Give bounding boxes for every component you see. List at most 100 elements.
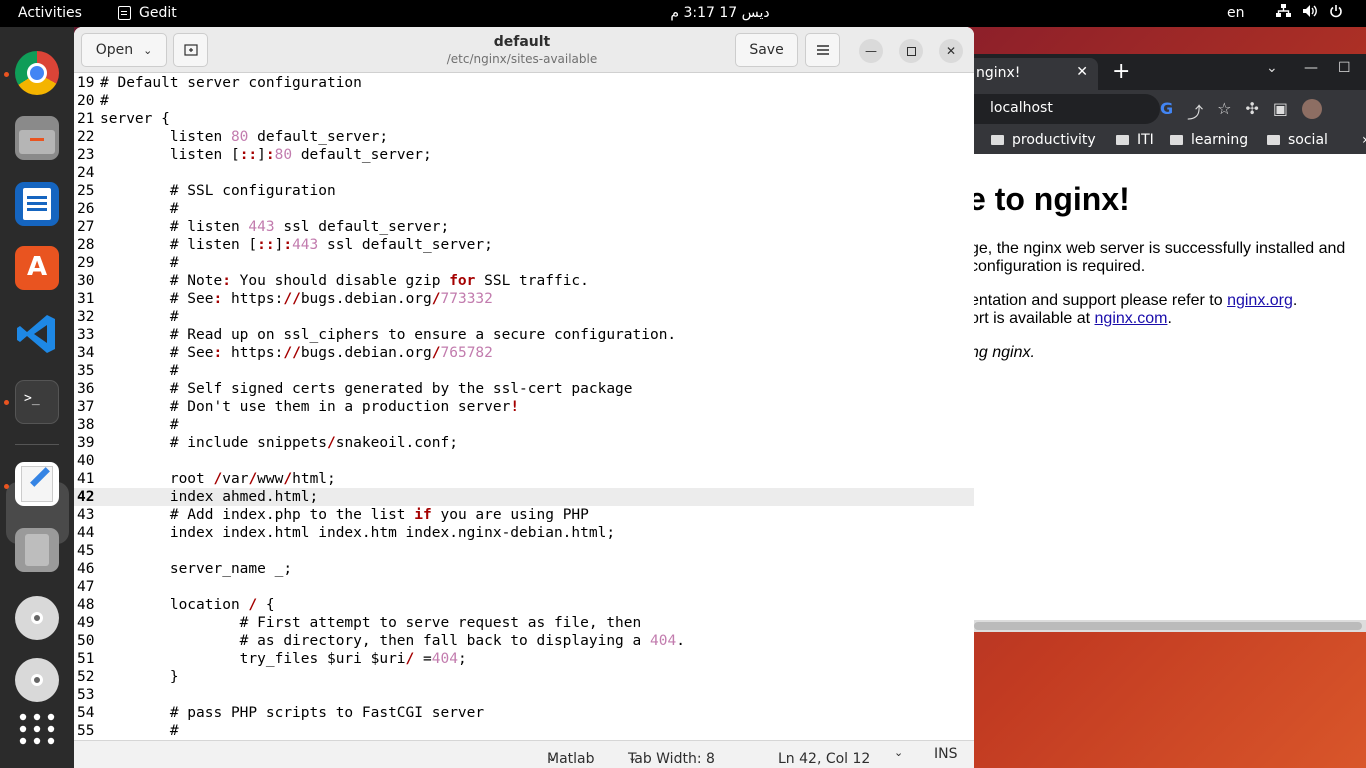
show-apps-icon[interactable]	[15, 711, 59, 755]
minimize-icon[interactable]: —	[1304, 60, 1318, 76]
code-text: root /var/www/html;	[100, 471, 336, 487]
extensions-icon[interactable]: ✣	[1246, 99, 1259, 123]
google-icon[interactable]: G	[1160, 99, 1173, 123]
nginx-org-link[interactable]: nginx.org	[1227, 292, 1293, 309]
code-text: # SSL configuration	[100, 183, 336, 199]
horizontal-scrollbar[interactable]	[974, 620, 1366, 632]
code-line[interactable]: 23 listen [::]:80 default_server;	[74, 146, 974, 164]
close-button[interactable]: ✕	[939, 39, 963, 63]
text-editor[interactable]: 19 # Default server configuration 20 #21 ser…	[74, 74, 974, 740]
code-text: # Don't use them in a production server!	[100, 399, 520, 415]
code-line[interactable]: 33 # Read up on ssl_ciphers to ensure a …	[74, 326, 974, 344]
bookmark-folder-iti[interactable]: ITI	[1116, 132, 1154, 148]
activities-button[interactable]: Activities	[18, 5, 82, 21]
code-line[interactable]: 42 index ahmed.html;	[74, 488, 974, 506]
hamburger-menu-button[interactable]	[805, 33, 840, 67]
code-line[interactable]: 35 #	[74, 362, 974, 380]
bookmark-label: ITI	[1137, 132, 1154, 148]
new-tab-icon[interactable]: +	[1112, 59, 1130, 84]
line-number: 53	[77, 687, 95, 703]
browser-tab[interactable]: nginx! ✕	[974, 58, 1098, 90]
code-line[interactable]: 44 index index.html index.htm index.ngin…	[74, 524, 974, 542]
code-line[interactable]: 51 try_files $uri $uri/ =404;	[74, 650, 974, 668]
code-line[interactable]: 40	[74, 452, 974, 470]
code-line[interactable]: 55 #	[74, 722, 974, 740]
files-icon[interactable]	[15, 116, 59, 160]
code-line[interactable]: 43 # Add index.php to the list if you ar…	[74, 506, 974, 524]
save-button[interactable]: Save	[735, 33, 798, 67]
running-indicator	[4, 484, 9, 489]
code-line[interactable]: 37 # Don't use them in a production serv…	[74, 398, 974, 416]
code-line[interactable]: 47	[74, 578, 974, 596]
code-line[interactable]: 24	[74, 164, 974, 182]
code-line[interactable]: 27 # listen 443 ssl default_server;	[74, 218, 974, 236]
avatar[interactable]	[1302, 99, 1323, 119]
code-line[interactable]: 54 # pass PHP scripts to FastCGI server	[74, 704, 974, 722]
code-line[interactable]: 22 listen 80 default_server;	[74, 128, 974, 146]
chrome-icon[interactable]	[15, 51, 59, 95]
chevron-down-icon[interactable]: ⌄	[1266, 60, 1278, 76]
code-line[interactable]: 48 location / {	[74, 596, 974, 614]
code-line[interactable]: 20 #	[74, 92, 974, 110]
input-language[interactable]: en	[1227, 5, 1245, 21]
code-line[interactable]: 36 # Self signed certs generated by the …	[74, 380, 974, 398]
new-tab-button[interactable]	[173, 33, 208, 67]
bookmark-folder-learning[interactable]: learning	[1170, 132, 1248, 148]
address-bar[interactable]: localhost	[974, 94, 1160, 124]
bookmark-folder-productivity[interactable]: productivity	[991, 132, 1096, 148]
code-line[interactable]: 53	[74, 686, 974, 704]
system-tray[interactable]	[1276, 4, 1343, 22]
code-line[interactable]: 31 # See: https://bugs.debian.org/773332	[74, 290, 974, 308]
code-line[interactable]: 39 # include snippets/snakeoil.conf;	[74, 434, 974, 452]
folder-icon	[1267, 135, 1280, 145]
side-panel-icon[interactable]: ▣	[1273, 99, 1288, 123]
app-menu[interactable]: Gedit	[118, 5, 177, 21]
dvd-icon[interactable]	[15, 658, 59, 702]
code-line[interactable]: 49 # First attempt to serve request as f…	[74, 614, 974, 632]
minimize-button[interactable]: —	[859, 39, 883, 63]
code-line[interactable]: 28 # listen [::]:443 ssl default_server;	[74, 236, 974, 254]
code-line[interactable]: 50 # as directory, then fall back to dis…	[74, 632, 974, 650]
nginx-com-link[interactable]: nginx.com	[1095, 310, 1168, 327]
bookmark-star-icon[interactable]: ☆	[1217, 99, 1231, 123]
gedit-dock-icon[interactable]	[15, 462, 59, 506]
page-paragraph: ng nginx.	[974, 344, 1035, 361]
libreoffice-writer-icon[interactable]	[15, 182, 59, 226]
terminal-icon[interactable]: >_	[15, 380, 59, 424]
code-text: #	[100, 417, 179, 433]
clock[interactable]: ديس 17 3:17 م	[600, 5, 840, 21]
code-line[interactable]: 25 # SSL configuration	[74, 182, 974, 200]
cursor-position-label: Ln 42, Col 12	[778, 751, 871, 767]
code-text: server_name _;	[100, 561, 293, 577]
share-icon[interactable]: ⤴	[1187, 99, 1203, 123]
code-line[interactable]: 41 root /var/www/html;	[74, 470, 974, 488]
code-line[interactable]: 38 #	[74, 416, 974, 434]
code-line[interactable]: 52 }	[74, 668, 974, 686]
code-line[interactable]: 46 server_name _;	[74, 560, 974, 578]
code-line[interactable]: 30 # Note: You should disable gzip for S…	[74, 272, 974, 290]
chevron-down-icon[interactable]: ⌄	[894, 746, 903, 759]
vscode-icon[interactable]	[15, 312, 59, 356]
line-number: 31	[77, 291, 95, 307]
code-text: #	[100, 723, 179, 739]
maximize-button[interactable]	[899, 39, 923, 63]
line-number: 42	[77, 489, 95, 505]
maximize-icon[interactable]: ☐	[1338, 60, 1351, 76]
bookmark-folder-social[interactable]: social	[1267, 132, 1328, 148]
code-line[interactable]: 19 # Default server configuration	[74, 74, 974, 92]
code-line[interactable]: 21 server {	[74, 110, 974, 128]
disks-icon[interactable]	[15, 528, 59, 572]
code-line[interactable]: 34 # See: https://bugs.debian.org/765782	[74, 344, 974, 362]
dvd-icon[interactable]	[15, 596, 59, 640]
close-tab-icon[interactable]: ✕	[1076, 64, 1088, 80]
scrollbar-thumb[interactable]	[974, 622, 1362, 630]
code-text: # listen 443 ssl default_server;	[100, 219, 450, 235]
app-center-icon[interactable]: A	[15, 246, 59, 290]
code-line[interactable]: 26 #	[74, 200, 974, 218]
more-bookmarks-icon[interactable]: »	[1362, 132, 1366, 148]
line-number: 40	[77, 453, 95, 469]
code-line[interactable]: 45	[74, 542, 974, 560]
code-line[interactable]: 29 #	[74, 254, 974, 272]
code-line[interactable]: 32 #	[74, 308, 974, 326]
open-button[interactable]: Open ⌄	[81, 33, 167, 67]
